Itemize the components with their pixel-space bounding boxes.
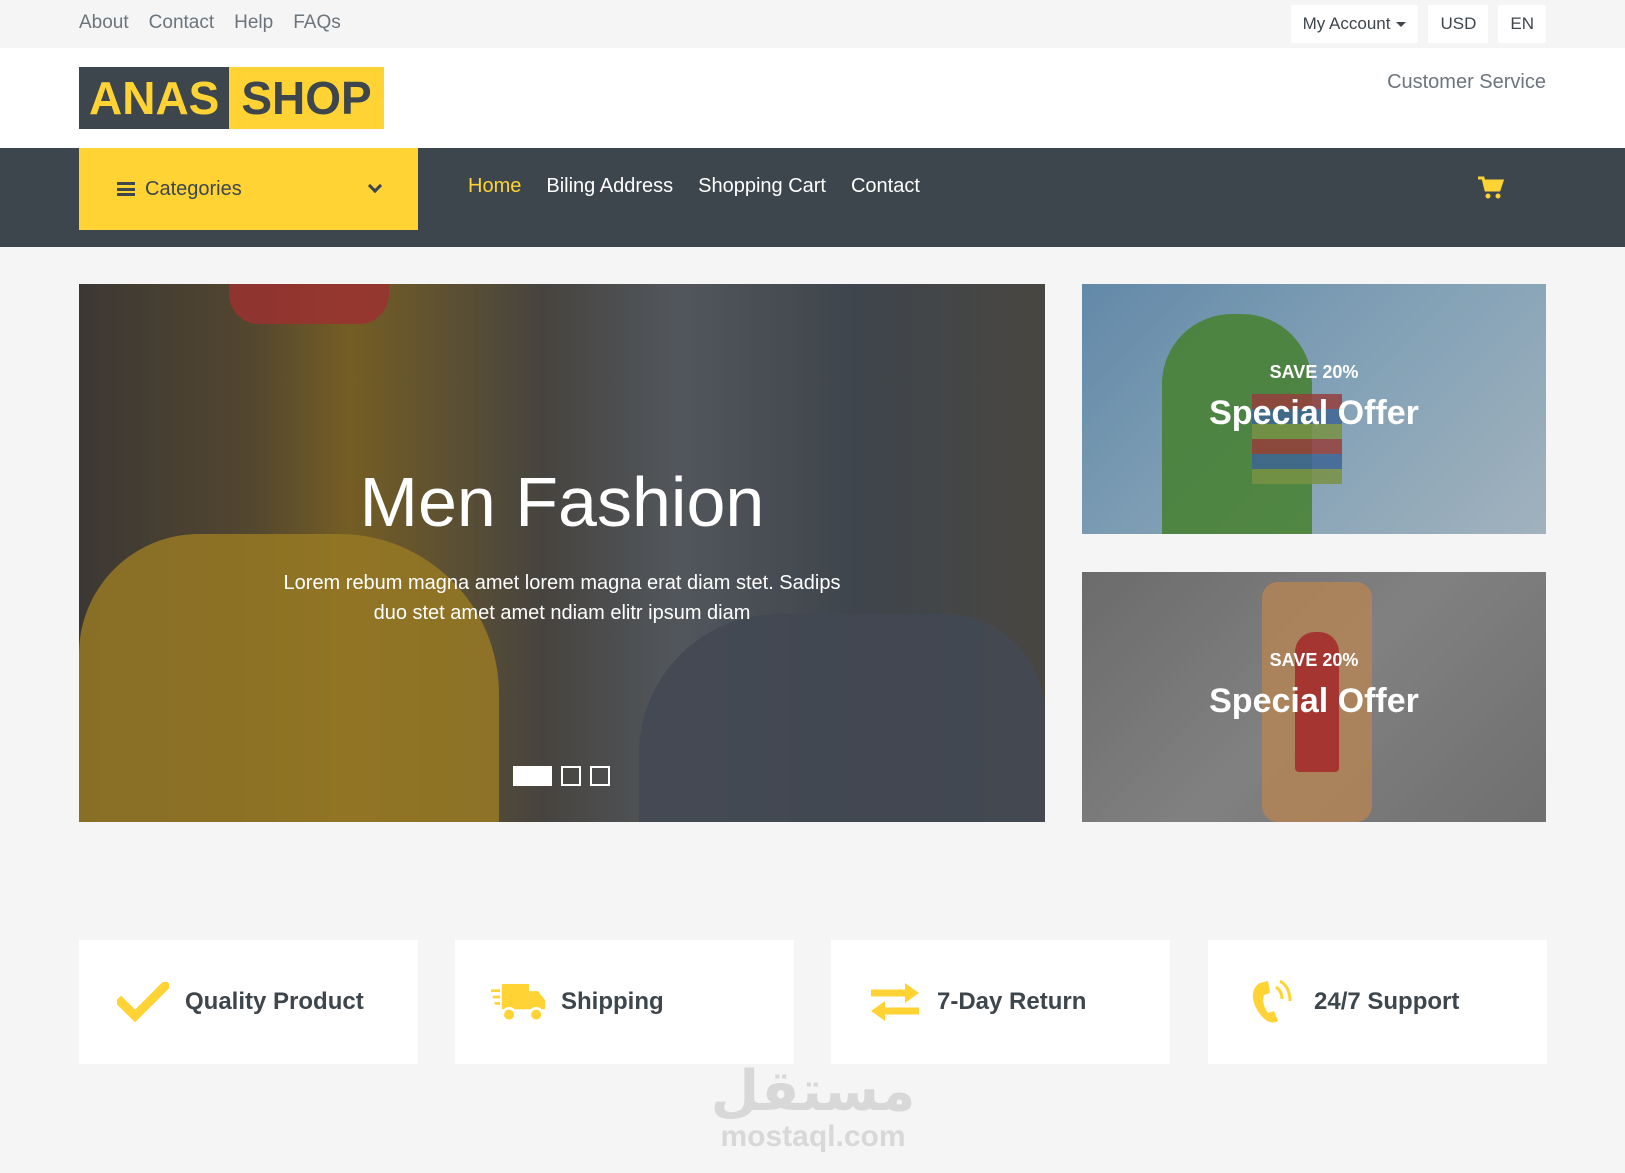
- watermark-latin: mostaql.com: [720, 1120, 906, 1153]
- logo-row: ANAS SHOP Customer Service: [0, 48, 1625, 148]
- my-account-dropdown[interactable]: My Account: [1290, 5, 1419, 43]
- top-links: About Contact Help FAQs: [79, 12, 341, 34]
- top-right-controls: My Account USD EN: [1290, 5, 1546, 43]
- offer-kicker: SAVE 20%: [1269, 362, 1359, 382]
- feature-7-day-return: 7-Day Return: [831, 940, 1170, 1064]
- hero-text: Lorem rebum magna amet lorem magna erat …: [283, 572, 841, 624]
- caret-down-icon: [1396, 21, 1407, 27]
- my-account-label: My Account: [1302, 14, 1391, 33]
- nav-link-home[interactable]: Home: [468, 175, 521, 198]
- top-link-contact[interactable]: Contact: [149, 12, 214, 34]
- hero-title: Men Fashion: [359, 463, 765, 541]
- feature-label: 7-Day Return: [937, 988, 1087, 1015]
- carousel-indicators: [513, 766, 610, 786]
- feature-shipping: Shipping: [455, 940, 794, 1064]
- nav-links: Home Biling Address Shopping Cart Contac…: [468, 175, 920, 198]
- truck-icon: [491, 977, 547, 1027]
- offer-kicker: SAVE 20%: [1269, 650, 1359, 670]
- top-bar: About Contact Help FAQs My Account USD E…: [0, 0, 1625, 48]
- offer-card-2[interactable]: SAVE 20% Special Offer: [1082, 572, 1546, 822]
- hero-overlay: [79, 284, 1045, 822]
- customer-service-link[interactable]: Customer Service: [1387, 71, 1546, 94]
- currency-button[interactable]: USD: [1428, 5, 1489, 43]
- logo-part-anas: ANAS: [79, 67, 230, 129]
- main-navbar: Categories Home Biling Address Shopping …: [0, 148, 1625, 247]
- mostaql-watermark: مستقل mostaql.com: [700, 1062, 926, 1152]
- categories-dropdown[interactable]: Categories: [79, 148, 418, 230]
- phone-icon: [1244, 977, 1300, 1027]
- exchange-icon: [867, 977, 923, 1027]
- categories-label: Categories: [145, 177, 242, 200]
- hero-carousel[interactable]: Men Fashion Lorem rebum magna amet lorem…: [79, 284, 1045, 822]
- nav-link-contact[interactable]: Contact: [851, 175, 920, 198]
- top-link-faqs[interactable]: FAQs: [293, 12, 341, 34]
- feature-quality-product: Quality Product: [79, 940, 418, 1064]
- nav-link-shopping-cart[interactable]: Shopping Cart: [698, 175, 826, 198]
- top-link-help[interactable]: Help: [234, 12, 273, 34]
- logo-part-shop: SHOP: [229, 67, 384, 129]
- chevron-down-icon: [367, 178, 383, 194]
- shopping-cart-icon[interactable]: [1478, 176, 1504, 200]
- language-button[interactable]: EN: [1498, 5, 1546, 43]
- menu-bars-icon: [117, 182, 135, 196]
- carousel-indicator-3[interactable]: [590, 766, 610, 786]
- offer-title: Special Offer: [1209, 682, 1419, 720]
- feature-label: Quality Product: [185, 988, 364, 1015]
- offer-title: Special Offer: [1209, 394, 1419, 432]
- offer-card-1[interactable]: SAVE 20% Special Offer: [1082, 284, 1546, 534]
- nav-link-billing-address[interactable]: Biling Address: [546, 175, 673, 198]
- site-logo[interactable]: ANAS SHOP: [79, 67, 384, 129]
- feature-24-7-support: 24/7 Support: [1208, 940, 1547, 1064]
- carousel-indicator-2[interactable]: [561, 766, 581, 786]
- check-icon: [115, 977, 171, 1027]
- watermark-arabic: مستقل: [710, 1059, 916, 1124]
- feature-label: Shipping: [561, 988, 664, 1015]
- top-link-about[interactable]: About: [79, 12, 129, 34]
- carousel-indicator-1[interactable]: [513, 766, 552, 786]
- feature-label: 24/7 Support: [1314, 988, 1460, 1015]
